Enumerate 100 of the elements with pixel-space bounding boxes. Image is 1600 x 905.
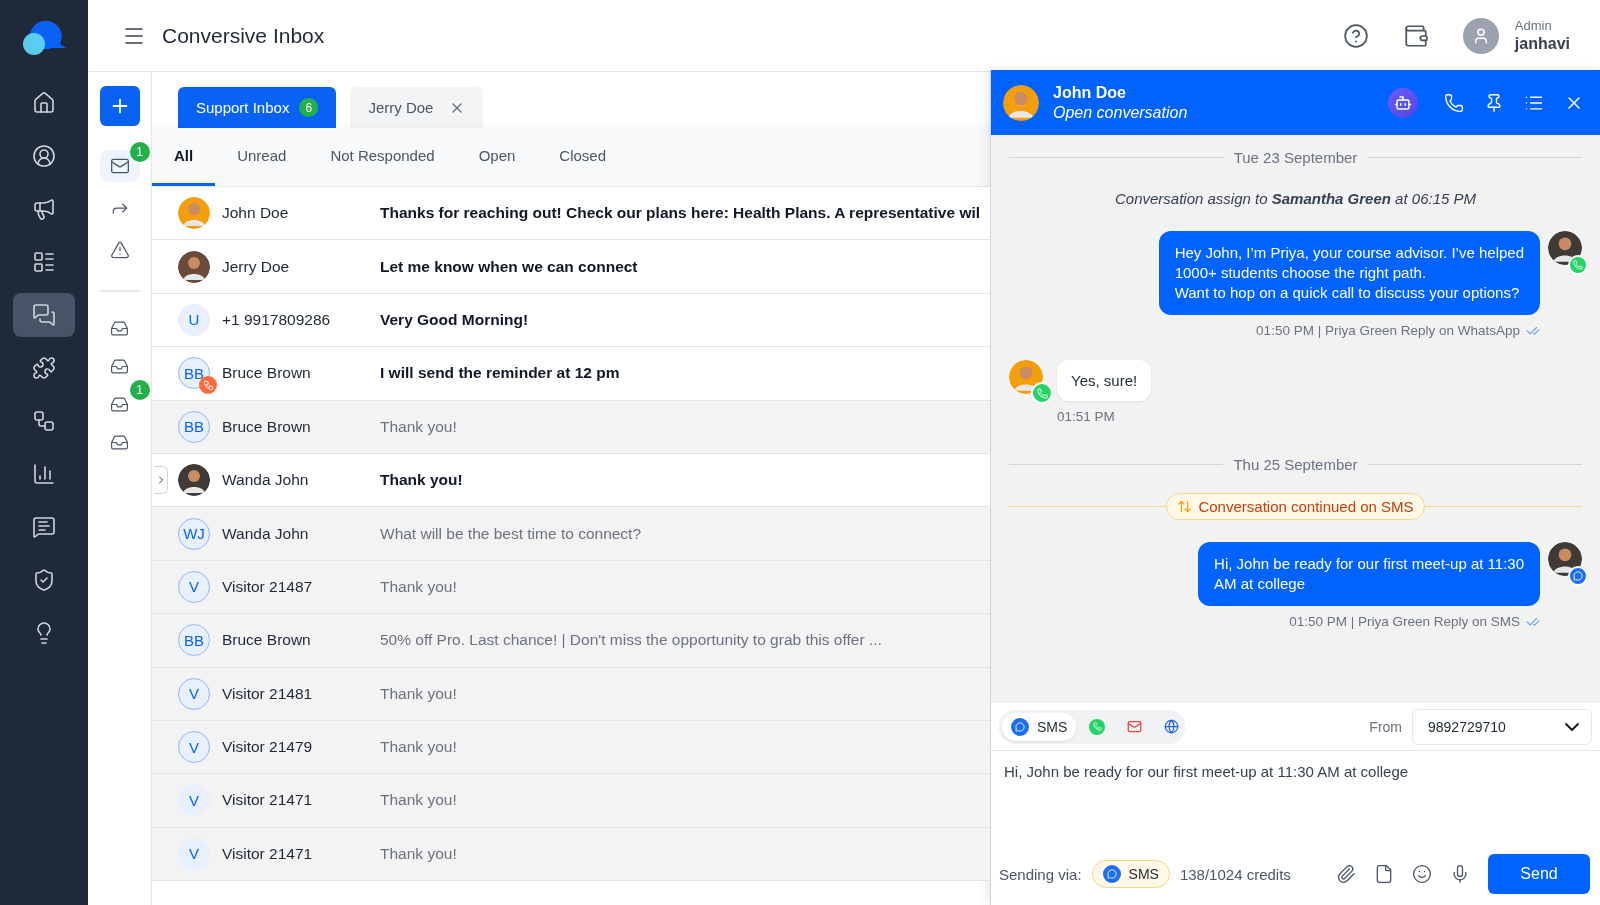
contact-name: Bruce Brown: [222, 417, 312, 436]
inbox-tab[interactable]: Jerry Doe: [350, 87, 484, 128]
expand-handle[interactable]: [154, 465, 168, 494]
conversation-row[interactable]: BB Bruce Brown Thank you!: [152, 400, 990, 454]
from-select[interactable]: 9892729710: [1412, 708, 1592, 745]
chevron-down-icon: [1565, 722, 1579, 731]
megaphone-icon: [32, 197, 56, 221]
message-preview: Thank you!: [380, 738, 457, 757]
phone-icon[interactable]: [1444, 92, 1464, 113]
message-preview: Thank you!: [380, 684, 457, 703]
contact-name: Visitor 21487: [222, 577, 314, 596]
avatar: [1009, 360, 1043, 394]
contact-name: John Doe: [222, 204, 290, 223]
conversation-row[interactable]: V Visitor 21481 Thank you!: [152, 667, 990, 721]
contact-name: Visitor 21471: [222, 844, 314, 863]
avatar: [1548, 231, 1582, 265]
whatsapp-icon: [1089, 718, 1106, 735]
avatar: [1548, 542, 1582, 576]
contact-name: Wanda John: [222, 524, 310, 543]
page-title: Conversive Inbox: [162, 23, 326, 48]
initials-avatar: BB: [178, 624, 210, 657]
system-message: Conversation assign to Samantha Green at 06:15 PM: [1113, 190, 1477, 207]
send-button[interactable]: Send: [1488, 854, 1590, 894]
initials-avatar: V: [178, 570, 210, 603]
outgoing-message: Hi, John be ready for our first meet-up at 11:30 AM at college: [1198, 542, 1540, 606]
filter-tab[interactable]: Open: [456, 128, 538, 186]
incoming-message: Yes, sure!: [1057, 360, 1152, 401]
file-icon[interactable]: [1374, 864, 1394, 884]
channel-chip: SMS: [1091, 860, 1170, 888]
contact-name: Wanda John: [222, 471, 310, 490]
contact-name: Bruce Brown: [222, 364, 312, 383]
message-icon: [32, 515, 56, 539]
home-icon: [32, 91, 56, 115]
conversation-row[interactable]: V Visitor 21471 Thank you!: [152, 827, 990, 882]
sending-via-label: Sending via:: [999, 865, 1082, 883]
message-preview: 50% off Pro. Last chance! | Don't miss the opportunity to grab this offer ...: [380, 631, 882, 650]
conversation-row[interactable]: V Visitor 21471 Thank you!: [152, 774, 990, 828]
contact-icon: [32, 144, 56, 168]
contact-name: Visitor 21471: [222, 791, 314, 810]
contact-name: Jerry Doe: [222, 257, 291, 276]
message-meta: 01:50 PM | Priya Green Reply on SMS: [1289, 614, 1520, 629]
date-separator: Tue 23 September: [1233, 149, 1358, 166]
warning-icon: [109, 240, 130, 260]
robot-icon: [1394, 93, 1412, 112]
message-preview: What will be the best time to connect?: [380, 524, 642, 543]
count-badge: 6: [299, 98, 319, 117]
message-preview: Thank you!: [380, 471, 463, 490]
initials-avatar: BB: [178, 410, 210, 443]
count-badge: 1: [129, 142, 150, 162]
emoji-icon[interactable]: [1412, 864, 1432, 884]
count-badge: 1: [129, 380, 150, 400]
filter-tab[interactable]: Closed: [537, 128, 629, 186]
message-preview: Thank you!: [380, 577, 457, 596]
conversation-row[interactable]: V Visitor 21487 Thank you!: [152, 560, 990, 615]
inbox-tab[interactable]: Support Inbox 6: [178, 87, 337, 128]
bot-button[interactable]: [1388, 87, 1418, 118]
initials-avatar: WJ: [178, 517, 210, 550]
message-input[interactable]: Hi, John be ready for our first meet-up at 11:30 AM at college: [991, 751, 1600, 843]
bar-chart-icon: [32, 462, 56, 486]
user-role: Admin: [1514, 18, 1553, 33]
filter-tab[interactable]: Not Responded: [308, 128, 457, 186]
message-preview: Very Good Morning!: [380, 310, 529, 329]
channel-tab[interactable]: SMS: [1002, 712, 1077, 741]
initials-avatar: U: [178, 303, 210, 336]
channel-notice: Conversation continued on SMS: [1166, 493, 1425, 520]
message-preview: Thank you!: [380, 417, 457, 436]
globe-icon: [1164, 719, 1180, 734]
from-label: From: [1369, 718, 1402, 735]
sms-icon: [1011, 717, 1029, 736]
mail-icon: [109, 156, 130, 176]
attach-icon[interactable]: [1336, 864, 1356, 884]
chat-icon: [32, 303, 56, 327]
conversation-row[interactable]: BB Bruce Brown 50% off Pro. Last chance! | Don't miss the opportunity to grab this offer ...: [152, 614, 990, 668]
message-preview: Thanks for reaching out! Check our plans here: Health Plans. A representative wil: [380, 204, 981, 223]
message-preview: I will send the reminder at 12 pm: [380, 364, 620, 383]
wallet-icon[interactable]: [1402, 22, 1429, 49]
message-preview: Thank you!: [380, 844, 457, 863]
conversation-row[interactable]: WJ Wanda John What will be the best time to connect?: [152, 507, 990, 561]
shield-icon: [32, 568, 56, 592]
message-meta: 01:50 PM | Priya Green Reply on WhatsApp: [1256, 323, 1520, 338]
initials-avatar: V: [178, 784, 210, 817]
layout-icon: [32, 250, 56, 274]
date-separator: Thu 25 September: [1233, 456, 1358, 473]
message-preview: Let me know when we can connect: [380, 257, 638, 276]
sms-icon: [1102, 865, 1121, 883]
filter-tab[interactable]: Unread: [215, 128, 309, 186]
conversation-row[interactable]: V Visitor 21479 Thank you!: [152, 720, 990, 775]
nav-item[interactable]: [13, 293, 75, 337]
swap-icon: [1177, 499, 1193, 514]
initials-avatar: V: [178, 677, 210, 710]
credits-count: 138/1024 credits: [1179, 865, 1292, 883]
workflow-icon: [32, 409, 56, 433]
initials-avatar: V: [178, 837, 210, 870]
outgoing-message: Hey John, I’m Priya, your course advisor. I’ve helped 1000+ students choose the right path. Want to hop on a quick call to discuss your options?: [1158, 231, 1540, 315]
new-button[interactable]: [99, 86, 140, 126]
conversation-status: Open conversation: [1053, 103, 1189, 122]
mail-icon: [1127, 719, 1143, 734]
help-icon[interactable]: [1342, 22, 1369, 49]
contact-name: +1 9917809286: [222, 310, 332, 329]
message-preview: Thank you!: [380, 791, 457, 810]
